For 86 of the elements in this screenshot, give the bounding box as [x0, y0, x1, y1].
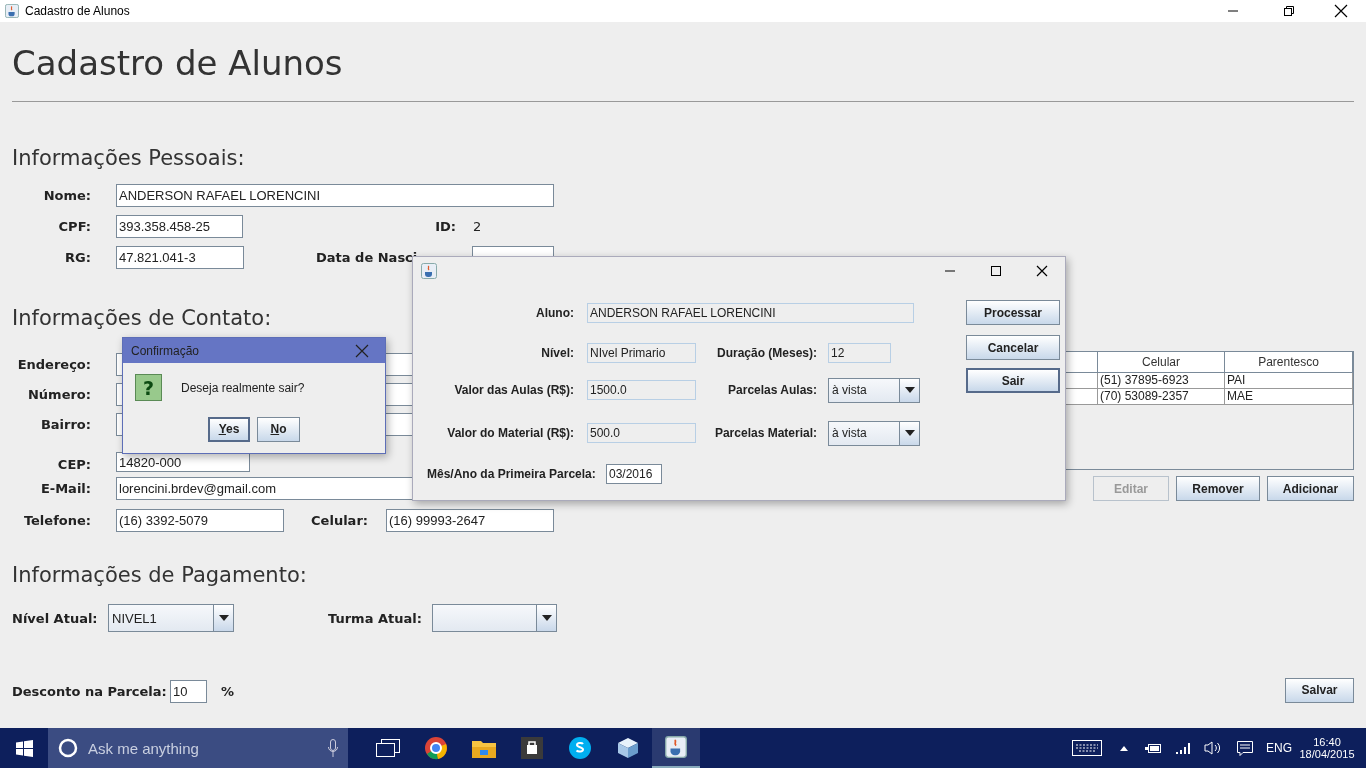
table-cell: (70) 53089-2357 [1098, 389, 1225, 405]
dialog-message: Deseja realmente sair? [181, 380, 305, 395]
caret-icon [904, 430, 915, 436]
field-label: Desconto na Parcela: [12, 683, 168, 699]
browser-icon[interactable] [424, 736, 448, 760]
java-cup-icon [665, 736, 687, 758]
id-value: 2 [473, 219, 482, 234]
table-cell: (51) 37895-6923 [1098, 373, 1225, 389]
microphone-icon[interactable] [328, 739, 338, 757]
close-icon[interactable] [1036, 264, 1048, 277]
field-label: RG: [64, 250, 91, 265]
field-label: Celular: [310, 513, 368, 528]
section-title: Informações de Pagamento: [12, 562, 307, 589]
action-button[interactable]: Remover [1176, 476, 1260, 501]
field-label: Aluno: [535, 306, 574, 320]
field-label: Turma Atual: [328, 610, 423, 626]
text-field[interactable]: (16) 3392-5079 [116, 509, 284, 532]
field-label: ID: [434, 219, 456, 234]
task-view-icon[interactable] [376, 739, 400, 757]
field-label: Nível Atual: [12, 610, 99, 626]
window-title: Cadastro de Alunos [25, 4, 131, 18]
speaker-icon[interactable] [1204, 741, 1222, 755]
action-button[interactable]: Adicionar [1267, 476, 1354, 501]
field-label: Endereço: [16, 356, 91, 372]
battery-icon[interactable] [1145, 743, 1161, 753]
dialog-button[interactable]: Sair [966, 368, 1060, 393]
language-indicator[interactable]: ENG [1262, 741, 1296, 755]
section-title: Informações de Contato: [12, 305, 272, 332]
close-icon[interactable] [1334, 4, 1348, 18]
caret-icon [218, 615, 229, 621]
caret-icon [904, 387, 915, 393]
page-heading: Cadastro de Alunos [12, 42, 344, 84]
field-label: Duração (Meses): [715, 345, 817, 360]
windows-logo-icon[interactable] [15, 739, 33, 757]
field-label: Nome: [42, 188, 91, 203]
text-field[interactable]: 03/2016 [606, 464, 662, 484]
question-icon: ? [135, 374, 162, 401]
search-field[interactable]: Ask me anything [48, 728, 348, 768]
field-label: Valor do Material (R$): [446, 426, 574, 440]
field-label: Valor das Aulas (R$): [453, 383, 574, 397]
dropdown[interactable]: à vista [828, 420, 920, 446]
chat-app-icon[interactable] [568, 736, 592, 760]
notification-icon[interactable] [1237, 740, 1253, 756]
maximize-icon[interactable] [990, 264, 1002, 277]
field-label: Número: [26, 386, 91, 402]
restore-icon[interactable] [1283, 5, 1295, 17]
dialog-button[interactable]: No [257, 416, 300, 442]
cube-icon[interactable] [617, 737, 639, 759]
clock[interactable]: 16:40 18/04/2015 [1296, 736, 1358, 760]
dialog-title: Confirmação [131, 343, 201, 358]
signal-icon[interactable] [1175, 742, 1191, 754]
save-button[interactable]: Salvar [1285, 677, 1354, 703]
text-field[interactable]: 393.358.458-25 [116, 215, 243, 238]
unit-label: % [221, 683, 236, 699]
section-title: Informações Pessoais: [12, 145, 245, 172]
java-cup-icon [421, 262, 437, 279]
java-cup-icon [5, 4, 19, 18]
table-cell: MAE [1225, 389, 1353, 405]
field-label: Bairro: [39, 416, 91, 432]
field-label: CEP: [56, 457, 91, 472]
store-bag-icon[interactable] [521, 737, 543, 759]
field-label: E-Mail: [39, 481, 91, 496]
field-label: Parcelas Material: [713, 426, 817, 440]
text-field[interactable]: (16) 99993-2647 [386, 509, 554, 532]
chevron-up-icon[interactable] [1120, 745, 1128, 751]
text-field[interactable]: 14820-000 [116, 452, 250, 472]
caret-icon [541, 615, 552, 621]
text-field[interactable]: 10 [170, 679, 207, 703]
field-label: Nível: [540, 345, 574, 360]
dialog-button[interactable]: Processar [966, 300, 1060, 325]
text-field[interactable]: 47.821.041-3 [116, 246, 244, 269]
column-header: Parentesco [1225, 352, 1353, 373]
column-header: Celular [1098, 352, 1225, 373]
keyboard-icon[interactable] [1072, 740, 1102, 756]
dropdown[interactable]: à vista [828, 377, 920, 403]
dialog-button[interactable]: Cancelar [966, 335, 1060, 360]
dialog-button[interactable]: Yes [208, 416, 250, 442]
field-label: CPF: [57, 219, 91, 234]
dropdown[interactable] [432, 604, 557, 632]
cortana-icon [58, 738, 78, 758]
table-cell: PAI [1225, 373, 1353, 389]
field-label: Parcelas Aulas: [727, 383, 817, 397]
text-field[interactable]: ANDERSON RAFAEL LORENCINI [116, 184, 554, 207]
field-label: Telefone: [22, 513, 91, 528]
folder-icon[interactable] [472, 738, 496, 758]
dropdown[interactable]: NIVEL1 [108, 604, 234, 632]
